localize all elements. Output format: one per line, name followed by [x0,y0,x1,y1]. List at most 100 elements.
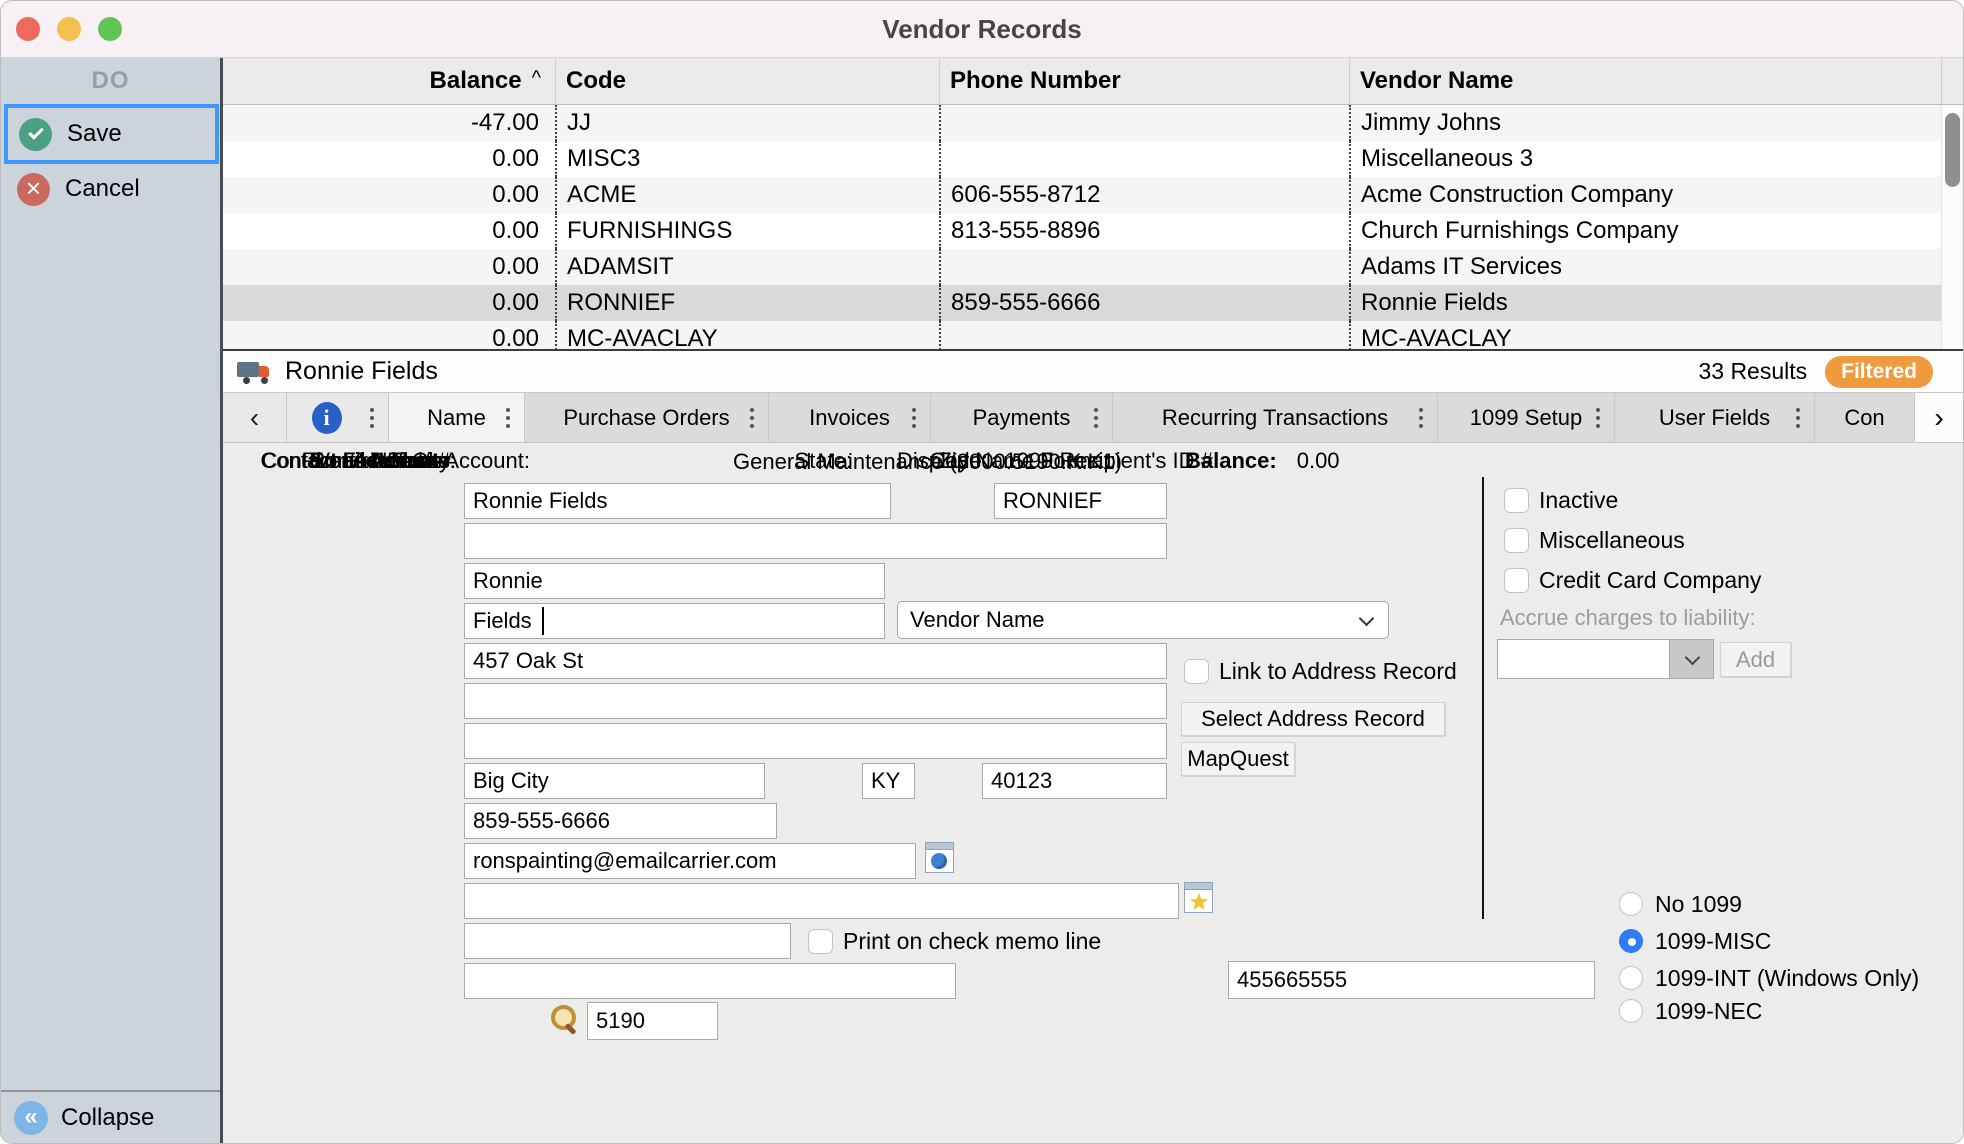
checkbox-icon[interactable] [1504,528,1529,553]
radio-1099-nec[interactable]: 1099-NEC [1619,999,1762,1023]
display-name-format-dropdown[interactable]: Vendor Name [897,601,1389,639]
recipient-id-field[interactable] [1228,961,1595,999]
tab-invoices[interactable]: Invoices [769,393,931,442]
miscellaneous-checkbox[interactable]: Miscellaneous [1504,527,1685,553]
tab-payments[interactable]: Payments [931,393,1113,442]
window-title: Vendor Records [1,1,1963,58]
radio-icon[interactable] [1619,966,1643,990]
mapquest-button[interactable]: MapQuest [1181,742,1295,776]
tab-menu-icon[interactable] [1419,416,1423,420]
radio-selected-icon[interactable] [1619,929,1643,953]
default-account-description: General Maintenance (3000.5190.K.K1) [733,443,1122,481]
checkbox-icon[interactable] [808,929,833,954]
cancel-button[interactable]: × Cancel [1,166,220,212]
column-header-spacer [1941,58,1963,104]
state-field[interactable] [862,763,915,799]
accrue-liability-label: Accrue charges to liability: [1500,603,1756,633]
table-row[interactable]: 0.00 FURNISHINGS 813-555-8896 Church Fur… [223,213,1963,249]
tab-menu-icon[interactable] [1094,416,1098,420]
select-address-record-button[interactable]: Select Address Record [1181,702,1445,736]
tab-menu-icon[interactable] [912,416,916,420]
tab-con-truncated[interactable]: Con [1815,393,1915,442]
tab-recurring-transactions[interactable]: Recurring Transactions [1113,393,1438,442]
sort-ascending-icon: ^ [532,67,541,90]
radio-no-1099[interactable]: No 1099 [1619,892,1742,916]
sidebar-header: DO [1,58,220,104]
contact-name-field[interactable] [464,523,1167,559]
filtered-badge[interactable]: Filtered [1825,356,1933,388]
tab-menu-icon[interactable] [370,416,374,420]
text-cursor [542,607,544,635]
checkbox-icon[interactable] [1504,568,1529,593]
tab-user-fields[interactable]: User Fields [1615,393,1815,442]
terms-field[interactable] [464,963,956,999]
tab-menu-icon[interactable] [1596,416,1600,420]
add-liability-button[interactable]: Add [1720,642,1791,677]
default-account-field[interactable] [587,1002,718,1040]
accrue-liability-dropdown[interactable] [1497,639,1714,679]
website-field[interactable] [464,883,1179,919]
vendor-name-field[interactable] [464,483,891,519]
radio-icon[interactable] [1619,999,1643,1023]
print-on-check-memo-checkbox[interactable]: Print on check memo line [808,928,1101,954]
tab-info[interactable]: i [287,393,389,442]
radio-1099-misc[interactable]: 1099-MISC [1619,929,1771,953]
table-scrollbar[interactable] [1941,105,1963,349]
table-row[interactable]: 0.00 ACME 606-555-8712 Acme Construction… [223,177,1963,213]
table-row[interactable]: 0.00 MC-AVACLAY MC-AVACLAY [223,321,1963,351]
radio-1099-int[interactable]: 1099-INT (Windows Only) [1619,966,1919,990]
chevron-down-icon [1359,611,1375,627]
address-line1-field[interactable] [464,643,1167,679]
dropdown-button[interactable] [1669,640,1713,678]
radio-icon[interactable] [1619,892,1643,916]
default-account-label: Default Account: [297,443,530,479]
collapse-label: Collapse [61,1104,154,1132]
save-button[interactable]: Save [4,104,219,164]
tab-menu-icon[interactable] [1796,416,1800,420]
double-chevron-left-icon: « [14,1101,48,1135]
column-header-vendor[interactable]: Vendor Name [1349,58,1941,104]
address-line3-field[interactable] [464,723,1167,759]
tab-1099-setup[interactable]: 1099 Setup [1438,393,1615,442]
chevron-down-icon [1685,650,1701,666]
checkbox-icon[interactable] [1504,488,1529,513]
scrollbar-thumb[interactable] [1945,113,1960,187]
table-row[interactable]: 0.00 ADAMSIT Adams IT Services [223,249,1963,285]
magnifier-lookup-icon[interactable] [549,1003,579,1037]
table-row[interactable]: -47.00 JJ Jimmy Johns [223,105,1963,141]
credit-card-company-checkbox[interactable]: Credit Card Company [1504,567,1761,593]
vendor-records-window: Vendor Records DO Save × Cancel « Collap… [0,0,1964,1144]
x-circle-icon: × [17,173,50,206]
tab-scroll-right-button[interactable]: › [1915,393,1963,442]
vertical-divider [1482,477,1484,919]
tab-scroll-left-button[interactable]: ‹ [223,393,287,442]
checkbox-icon[interactable] [1184,659,1209,684]
code-field[interactable] [994,483,1167,519]
column-header-phone[interactable]: Phone Number [939,58,1349,104]
table-row-selected[interactable]: 0.00 RONNIEF 859-555-6666 Ronnie Fields [223,285,1963,321]
tab-name[interactable]: Name [389,393,525,442]
tab-purchase-orders[interactable]: Purchase Orders [525,393,769,442]
info-icon[interactable]: i [312,402,342,434]
contact-first-name-field[interactable] [464,563,885,599]
link-to-address-record-checkbox[interactable]: Link to Address Record [1184,658,1457,684]
webpage-globe-icon[interactable] [925,842,954,873]
collapse-button[interactable]: « Collapse [1,1090,220,1144]
column-header-code[interactable]: Code [555,58,939,104]
cancel-label: Cancel [65,175,140,203]
zip-field[interactable] [982,763,1167,799]
account-number-field[interactable] [464,923,791,959]
inactive-checkbox[interactable]: Inactive [1504,487,1618,513]
phone-number-field[interactable] [464,803,777,839]
tab-menu-icon[interactable] [506,416,510,420]
webpage-star-icon[interactable] [1184,882,1213,913]
tab-menu-icon[interactable] [750,416,754,420]
email-address-field[interactable] [464,843,916,879]
contact-last-name-field[interactable] [464,603,885,639]
record-name: Ronnie Fields [285,357,438,386]
table-row[interactable]: 0.00 MISC3 Miscellaneous 3 [223,141,1963,177]
address-line2-field[interactable] [464,683,1167,719]
results-count: 33 Results [1698,358,1807,385]
city-field[interactable] [464,763,765,799]
column-header-balance[interactable]: Balance ^ [223,58,555,104]
